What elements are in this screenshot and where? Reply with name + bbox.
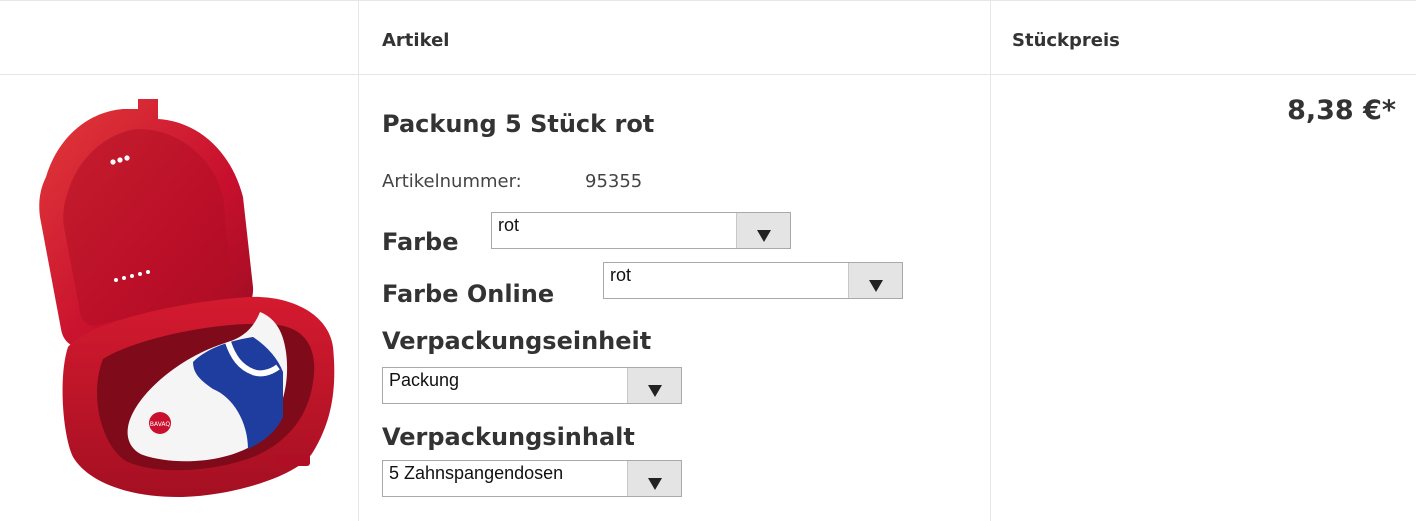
verpackungsinhalt-select-value: 5 Zahnspangendosen: [389, 463, 564, 483]
chevron-down-icon[interactable]: [848, 263, 902, 298]
header-stueckpreis: Stückpreis: [1012, 30, 1120, 51]
price-column-divider: [990, 0, 991, 521]
verpackungseinheit-label: Verpackungseinheit: [382, 327, 652, 355]
farbe-select-value: rot: [498, 215, 520, 235]
image-column-divider: [358, 0, 359, 521]
farbe-online-label: Farbe Online: [382, 280, 555, 308]
verpackungsinhalt-select[interactable]: 5 Zahnspangendosen: [382, 460, 682, 497]
product-image[interactable]: BAVAQ: [28, 97, 340, 500]
artikelnummer-value: 95355: [585, 171, 643, 192]
table-top-border: [0, 0, 1416, 1]
verpackungseinheit-select[interactable]: Packung: [382, 367, 682, 404]
mouthguard-case-image: BAVAQ: [39, 99, 335, 497]
farbe-online-select-value: rot: [610, 265, 632, 285]
farbe-label: Farbe: [382, 228, 459, 256]
unit-price: 8,38 €*: [1287, 95, 1396, 126]
chevron-down-icon[interactable]: [627, 368, 681, 403]
farbe-online-select[interactable]: rot: [603, 262, 903, 299]
farbe-select[interactable]: rot: [491, 212, 791, 249]
header-artikel: Artikel: [382, 30, 450, 51]
artikelnummer-label: Artikelnummer:: [382, 171, 522, 192]
product-title[interactable]: Packung 5 Stück rot: [382, 110, 654, 138]
verpackungsinhalt-label: Verpackungsinhalt: [382, 423, 635, 451]
chevron-down-icon[interactable]: [736, 213, 790, 248]
svg-text:BAVAQ: BAVAQ: [150, 421, 171, 428]
product-table: Artikel Stückpreis BAVAQ Packung 5 Stück…: [0, 0, 1416, 521]
header-row-divider: [0, 74, 1416, 75]
chevron-down-icon[interactable]: [627, 461, 681, 496]
verpackungseinheit-select-value: Packung: [389, 370, 460, 390]
